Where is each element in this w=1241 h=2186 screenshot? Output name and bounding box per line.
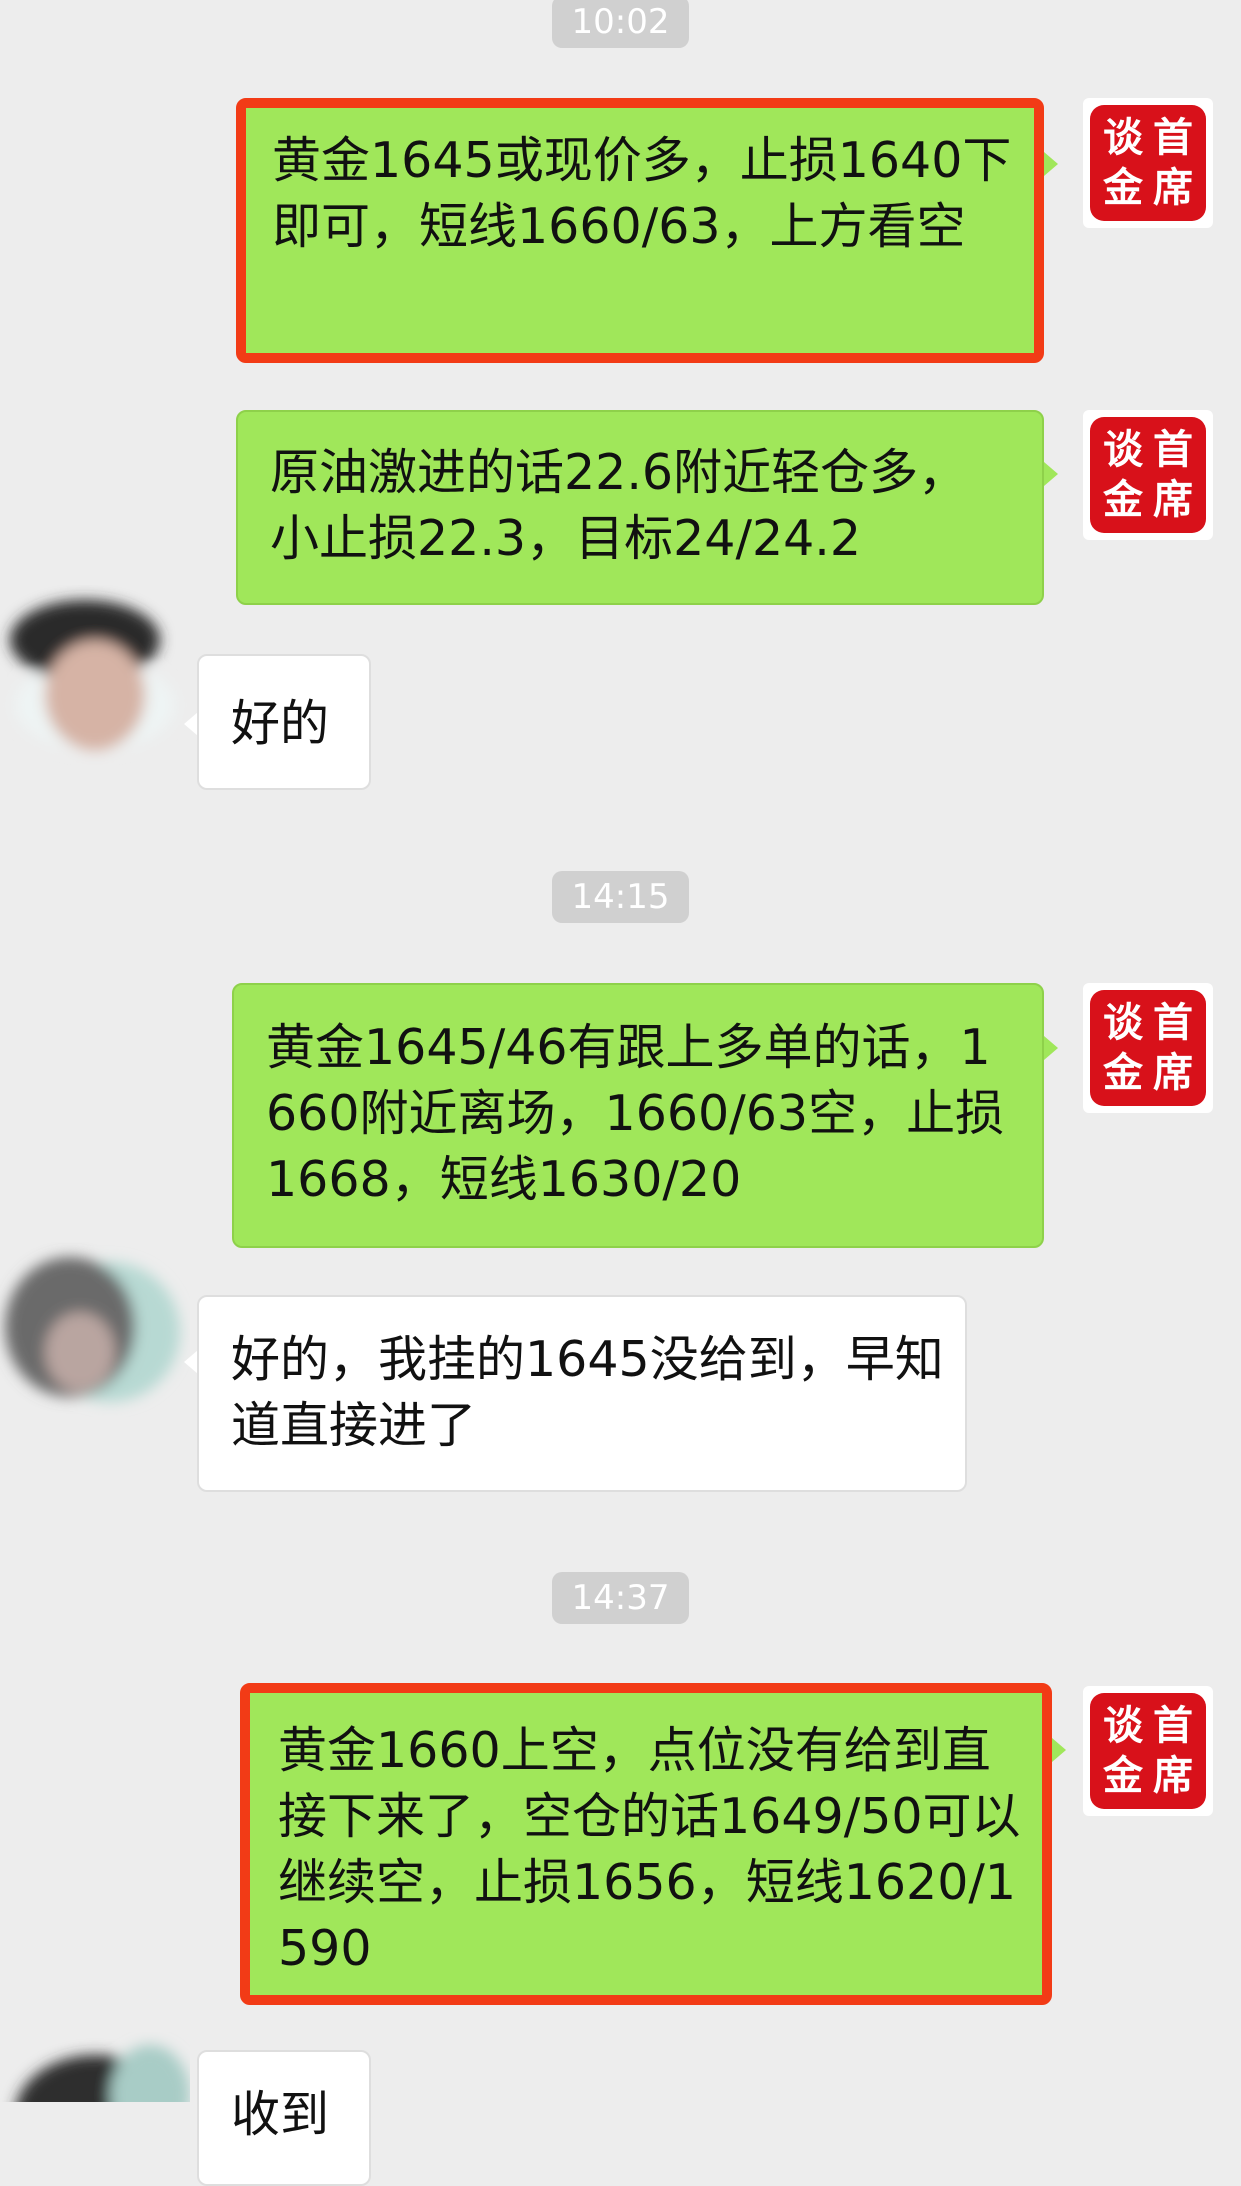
bubble-tail (184, 712, 198, 736)
message-text: 好的，我挂的1645没给到，早知道直接进了 (231, 1331, 944, 1454)
timestamp: 14:15 (0, 871, 1241, 923)
timestamp-label: 14:37 (551, 1572, 690, 1624)
bubble-tail (1044, 1036, 1058, 1060)
seal-avatar[interactable]: 谈首 金席 (1083, 983, 1213, 1113)
timestamp: 10:02 (0, 0, 1241, 48)
seal-avatar[interactable]: 谈首 金席 (1083, 98, 1213, 228)
bubble-tail (1052, 1738, 1066, 1762)
message-bubble-other[interactable]: 好的 (197, 654, 371, 790)
seal-avatar[interactable]: 谈首 金席 (1083, 1686, 1213, 1816)
timestamp-label: 10:02 (551, 0, 690, 48)
user-avatar[interactable] (0, 2005, 190, 2102)
message-bubble-self[interactable]: 黄金1645或现价多，止损1640下即可，短线1660/63，上方看空 (236, 98, 1044, 363)
message-bubble-self[interactable]: 原油激进的话22.6附近轻仓多，小止损22.3，目标24/24.2 (236, 410, 1044, 605)
message-bubble-self[interactable]: 黄金1645/46有跟上多单的话，1660附近离场，1660/63空，止损166… (232, 983, 1044, 1248)
seal-logo: 谈首 金席 (1090, 105, 1206, 221)
timestamp-label: 14:15 (551, 871, 690, 923)
message-text: 黄金1645或现价多，止损1640下即可，短线1660/63，上方看空 (272, 132, 1012, 255)
bubble-tail (1044, 152, 1058, 176)
seal-logo: 谈首 金席 (1090, 1693, 1206, 1809)
message-text: 黄金1660上空，点位没有给到直接下来了，空仓的话1649/50可以继续空，止损… (278, 1722, 1021, 1977)
user-avatar[interactable] (0, 1232, 190, 1422)
message-text: 黄金1645/46有跟上多单的话，1660附近离场，1660/63空，止损166… (266, 1019, 1005, 1208)
user-avatar[interactable] (0, 580, 190, 770)
seal-logo: 谈首 金席 (1090, 417, 1206, 533)
message-text: 原油激进的话22.6附近轻仓多，小止损22.3，目标24/24.2 (270, 444, 968, 567)
bubble-tail (184, 1350, 198, 1374)
blurred-avatar-image (16, 2045, 190, 2102)
seal-avatar[interactable]: 谈首 金席 (1083, 410, 1213, 540)
message-bubble-self[interactable]: 黄金1660上空，点位没有给到直接下来了，空仓的话1649/50可以继续空，止损… (240, 1683, 1052, 2005)
blurred-avatar-image (10, 600, 175, 750)
seal-logo: 谈首 金席 (1090, 990, 1206, 1106)
message-text: 收到 (231, 2086, 330, 2143)
blurred-avatar-image (5, 1257, 180, 1402)
message-text: 好的 (231, 695, 330, 752)
bubble-tail (1044, 462, 1058, 486)
message-bubble-other[interactable]: 好的，我挂的1645没给到，早知道直接进了 (197, 1295, 967, 1492)
timestamp: 14:37 (0, 1572, 1241, 1624)
message-bubble-other[interactable]: 收到 (197, 2050, 371, 2186)
